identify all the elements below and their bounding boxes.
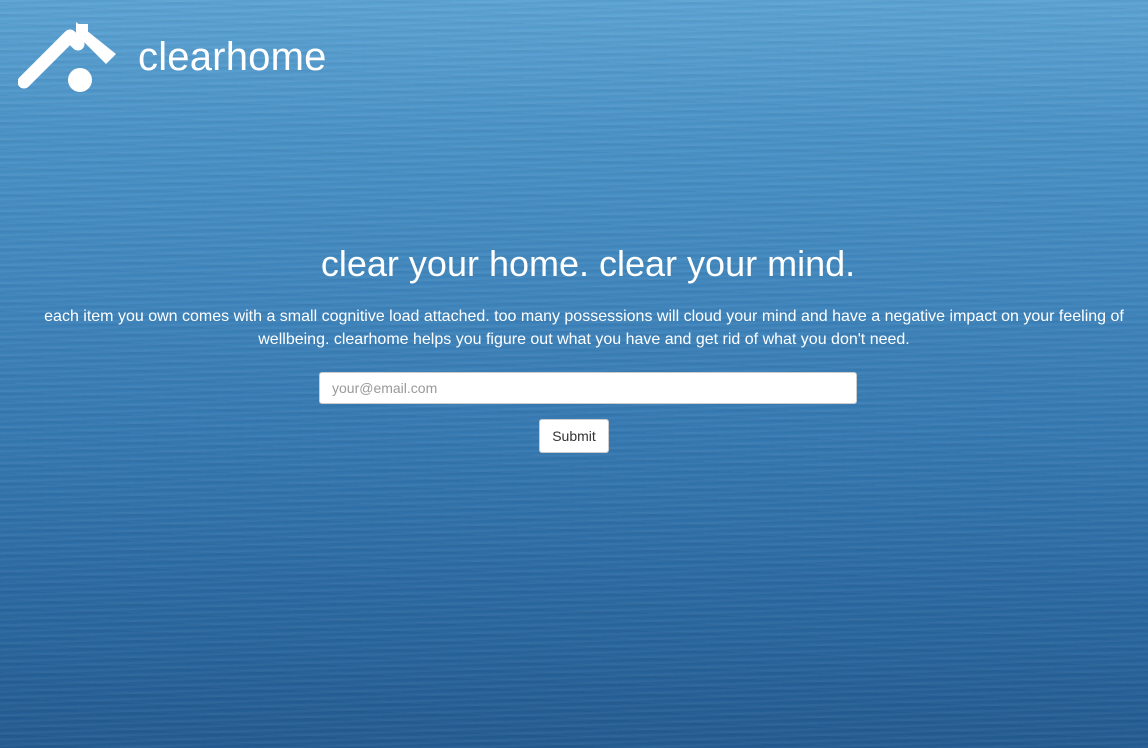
hero-section: clear your home. clear your mind. each i…: [0, 240, 1148, 453]
submit-button[interactable]: Submit: [539, 419, 609, 453]
house-icon[interactable]: [18, 20, 118, 92]
brand-name[interactable]: clearhome: [138, 35, 327, 80]
email-input[interactable]: [319, 372, 857, 404]
hero-description: each item you own comes with a small cog…: [44, 308, 1124, 348]
site-header: clearhome: [18, 20, 327, 92]
page-title: clear your home. clear your mind.: [320, 243, 856, 284]
signup-form: Submit: [0, 372, 1148, 453]
